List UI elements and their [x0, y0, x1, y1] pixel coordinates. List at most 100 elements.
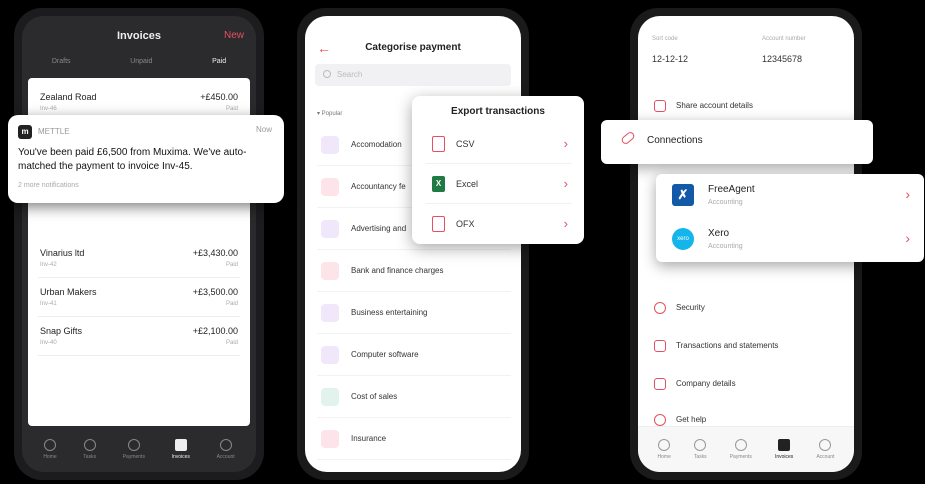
invoice-row[interactable]: Snap Gifts Inv-40 +£2,100.00 Paid — [38, 320, 240, 356]
export-ofx-option[interactable]: OFX › — [426, 206, 572, 244]
invoice-amount: +£3,430.00 — [192, 248, 238, 258]
categorise-phone: ← Categorise payment Search ▾ Popular Ac… — [297, 8, 529, 480]
search-placeholder: Search — [337, 70, 363, 79]
freeagent-connection[interactable]: ✗ FreeAgent Accounting › — [656, 174, 924, 218]
export-transactions-popup: Export transactions CSV › X Excel › OFX … — [412, 96, 584, 244]
payment-notification[interactable]: m METTLE Now You've been paid £6,500 fro… — [8, 115, 284, 203]
accommodation-icon — [321, 136, 339, 154]
check-icon — [694, 439, 707, 451]
nav-invoices[interactable]: Invoices — [171, 438, 190, 460]
tab-unpaid[interactable]: Unpaid — [130, 58, 152, 65]
nav-account[interactable]: Account — [816, 439, 834, 460]
nav-account[interactable]: Account — [216, 438, 235, 460]
category-item[interactable]: Bank and finance charges — [317, 252, 511, 292]
chevron-right-icon: › — [563, 136, 568, 151]
invoices-phone: Invoices New Drafts Unpaid Paid Zealand … — [14, 8, 264, 480]
new-invoice-button[interactable]: New — [224, 30, 244, 41]
chevron-right-icon: › — [905, 230, 910, 246]
export-excel-option[interactable]: X Excel › — [426, 166, 572, 204]
mettle-logo: m — [18, 125, 32, 139]
export-option-label: CSV — [456, 139, 475, 149]
software-icon — [321, 346, 339, 364]
nav-invoices[interactable]: Invoices — [775, 439, 793, 460]
invoice-status: Paid — [225, 301, 238, 307]
nav-label: Payments — [122, 453, 145, 460]
company-details-item[interactable]: Company details — [650, 366, 844, 404]
settings-label: Share account details — [676, 101, 753, 110]
umbrella-icon — [321, 430, 339, 448]
nav-tasks[interactable]: Tasks — [694, 439, 707, 460]
tab-paid[interactable]: Paid — [212, 58, 226, 65]
tag-icon — [321, 388, 339, 406]
freeagent-logo: ✗ — [672, 184, 694, 206]
categorise-screen: ← Categorise payment Search ▾ Popular Ac… — [305, 16, 521, 472]
nav-label: Home — [657, 454, 671, 460]
nav-home[interactable]: Home — [658, 439, 671, 460]
category-label: Insurance — [351, 434, 387, 443]
connected-apps-popup: ✗ FreeAgent Accounting › xero Xero Accou… — [656, 174, 924, 262]
chevron-right-icon: › — [905, 186, 910, 202]
invoice-row[interactable]: Vinarius ltd Inv-42 +£3,430.00 Paid — [38, 242, 240, 278]
export-csv-option[interactable]: CSV › — [426, 126, 572, 164]
chevron-right-icon: › — [563, 216, 568, 231]
security-item[interactable]: Security — [650, 290, 844, 328]
nav-home[interactable]: Home — [43, 438, 57, 460]
sort-code-label: Sort code — [652, 36, 678, 42]
more-notifications[interactable]: 2 more notifications — [18, 182, 79, 189]
nav-label: Account — [216, 453, 235, 460]
category-label: Business entertaining — [351, 308, 428, 317]
drink-icon — [321, 304, 339, 322]
excel-icon: X — [432, 176, 445, 192]
account-number-label: Account number — [762, 36, 806, 42]
transactions-statements-item[interactable]: Transactions and statements — [650, 328, 844, 366]
invoice-icon — [778, 439, 791, 451]
nav-tasks[interactable]: Tasks — [83, 438, 96, 460]
category-label: Accountancy fe — [351, 182, 406, 191]
invoice-status: Paid — [225, 106, 238, 112]
export-option-label: Excel — [456, 179, 479, 189]
company-icon — [654, 378, 666, 390]
accountancy-icon — [321, 178, 339, 196]
invoice-ref: Inv-41 — [40, 301, 57, 307]
nav-label: Home — [43, 453, 57, 460]
notification-time: Now — [255, 125, 272, 134]
app-screenshot-collage: Invoices New Drafts Unpaid Paid Zealand … — [0, 0, 925, 484]
app-name: FreeAgent — [708, 184, 755, 195]
security-icon — [654, 302, 666, 314]
xero-logo: xero — [672, 228, 694, 250]
settings-label: Transactions and statements — [676, 341, 779, 350]
settings-label: Get help — [676, 415, 707, 424]
invoice-row[interactable]: Urban Makers Inv-41 +£3,500.00 Paid — [38, 281, 240, 317]
connections-item[interactable]: Connections — [601, 120, 873, 164]
section-header-popular: ▾ Popular — [317, 111, 343, 117]
help-icon — [654, 414, 666, 426]
account-icon — [219, 438, 232, 451]
category-item[interactable]: Insurance — [317, 420, 511, 460]
bottom-nav: Home Tasks Payments Invoices Account — [638, 426, 854, 472]
account-number-value: 12345678 — [762, 54, 803, 64]
nav-payments[interactable]: Payments — [730, 439, 752, 460]
app-category: Accounting — [708, 243, 743, 250]
app-name: Xero — [708, 228, 730, 239]
check-icon — [83, 438, 96, 451]
nav-label: Account — [816, 454, 835, 460]
invoice-name: Snap Gifts — [40, 326, 83, 336]
nav-payments[interactable]: Payments — [122, 438, 145, 460]
category-item[interactable]: Cost of sales — [317, 378, 511, 418]
tab-drafts[interactable]: Drafts — [52, 58, 71, 65]
ofx-file-icon — [432, 216, 445, 232]
xero-connection[interactable]: xero Xero Accounting › — [656, 218, 924, 262]
search-input[interactable]: Search — [315, 64, 511, 86]
csv-file-icon — [432, 136, 445, 152]
page-title: Invoices — [116, 30, 162, 42]
download-icon — [654, 340, 666, 352]
invoice-name: Zealand Road — [40, 92, 97, 102]
category-item[interactable]: Business entertaining — [317, 294, 511, 334]
sort-code-value: 12-12-12 — [652, 54, 689, 64]
category-label: Computer software — [351, 350, 419, 359]
nav-label: Payments — [729, 454, 752, 460]
category-item[interactable]: Computer software — [317, 336, 511, 376]
nav-label: Invoices — [171, 453, 190, 460]
invoice-ref: Inv-40 — [40, 340, 57, 346]
home-icon — [43, 438, 56, 451]
